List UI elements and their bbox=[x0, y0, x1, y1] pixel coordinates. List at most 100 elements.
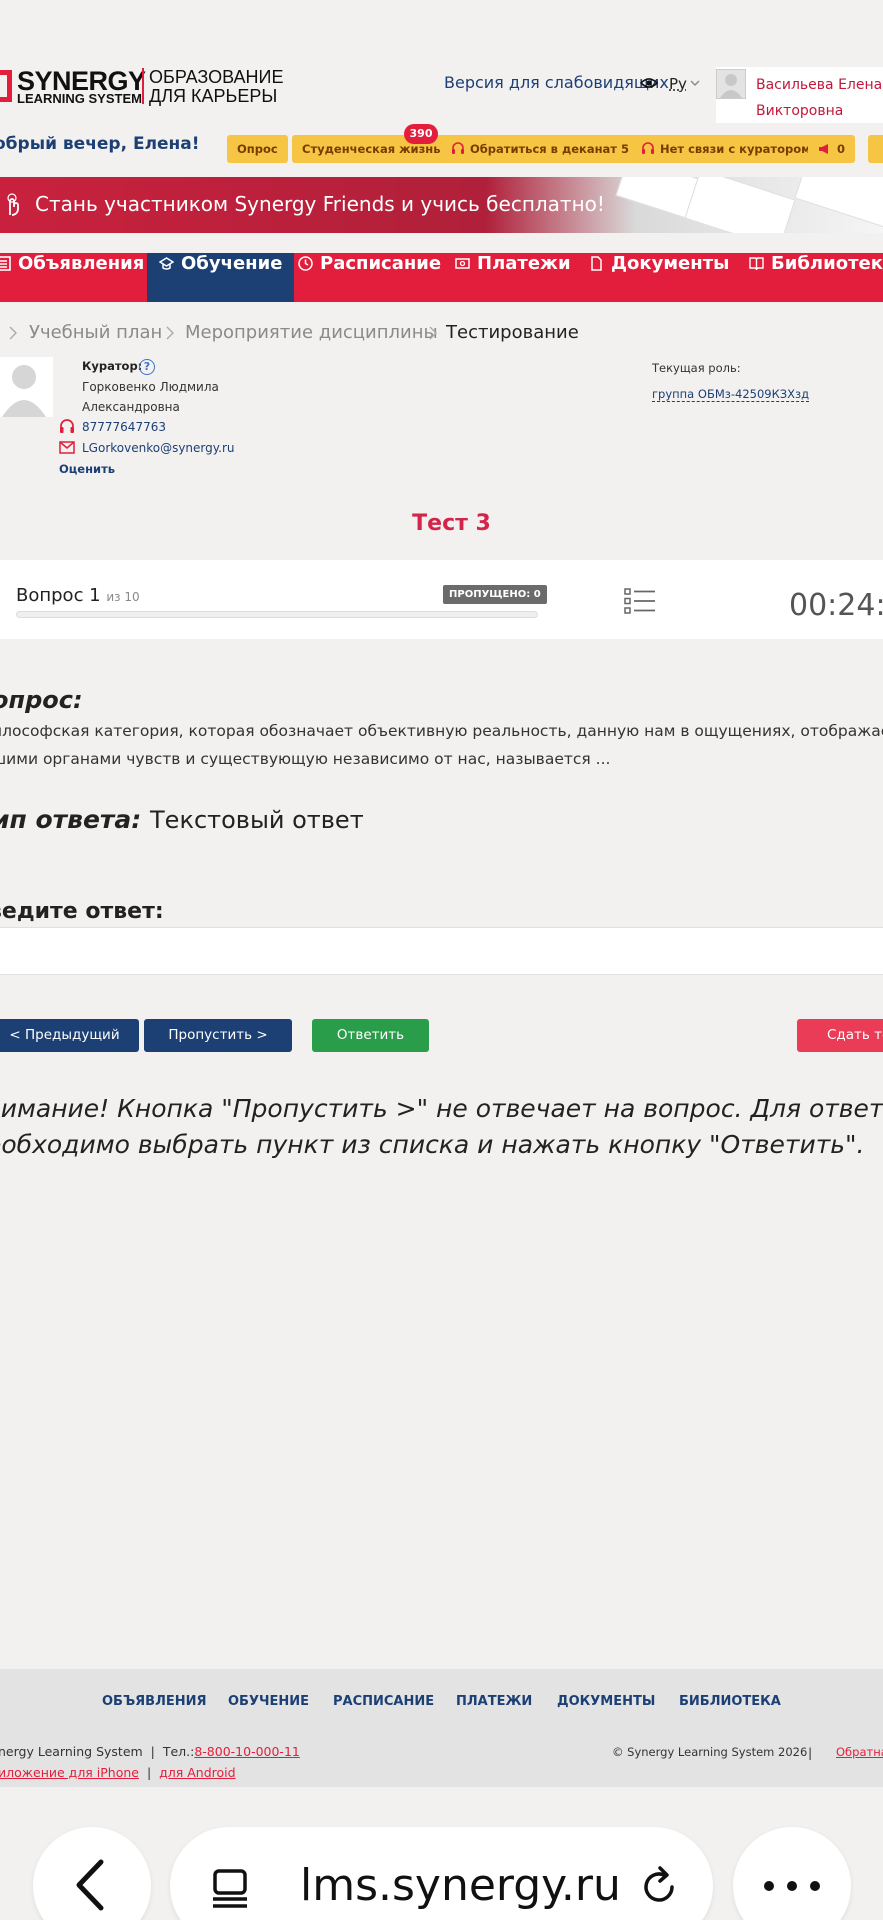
nav-item-ads[interactable]: Объявления bbox=[0, 253, 144, 302]
question-progress-bar bbox=[16, 611, 538, 618]
graduation-cap-icon bbox=[159, 257, 174, 270]
survey-label: Опрос bbox=[237, 142, 278, 156]
test-title: Тест 3 bbox=[412, 511, 491, 536]
browser-back-button[interactable] bbox=[33, 1827, 151, 1920]
contact-dean-label: Обратиться в деканат 5 bbox=[470, 142, 629, 156]
headset-icon bbox=[60, 419, 74, 433]
question-list-icon[interactable] bbox=[624, 587, 656, 615]
extra-pill-button[interactable] bbox=[868, 135, 883, 163]
submit-answer-button[interactable]: Ответить bbox=[312, 1019, 429, 1052]
synergy-logo-icon[interactable] bbox=[0, 70, 12, 102]
question-text-line2: шими органами чувств и существующую неза… bbox=[0, 750, 611, 768]
chevron-down-icon[interactable] bbox=[690, 78, 700, 88]
footer-feedback-link[interactable]: Обратна bbox=[836, 1745, 883, 1759]
help-icon[interactable]: ? bbox=[139, 359, 155, 375]
greeting-text: обрый вечер, Елена! bbox=[0, 134, 200, 154]
curator-email[interactable]: LGorkovenko@synergy.ru bbox=[82, 441, 235, 455]
android-app-link[interactable]: для Android bbox=[159, 1765, 235, 1780]
skip-question-button[interactable]: Пропустить > bbox=[144, 1019, 292, 1052]
reload-icon[interactable] bbox=[636, 1864, 682, 1910]
question-number: Вопрос 1 bbox=[16, 585, 101, 606]
notification-count-badge: 390 bbox=[404, 124, 438, 144]
headset-icon bbox=[642, 142, 654, 154]
current-role-label: Текущая роль: bbox=[652, 361, 741, 375]
site-header: SYNERGY LEARNING SYSTEM ОБРАЗОВАНИЕ ДЛЯ … bbox=[0, 0, 883, 130]
question-label: опрос: bbox=[0, 686, 83, 714]
current-role-selector[interactable]: группа ОБМз-42509КЗХзд bbox=[652, 387, 810, 402]
more-dots-icon bbox=[764, 1881, 820, 1891]
iphone-app-link[interactable]: иложение для iPhone bbox=[0, 1765, 139, 1780]
survey-button[interactable]: Опрос bbox=[227, 135, 288, 163]
nav-item-payments[interactable]: Платежи bbox=[455, 253, 571, 302]
logo-divider bbox=[142, 68, 144, 104]
logo-tagline-line1: ОБРАЗОВАНИЕ bbox=[149, 67, 284, 87]
eye-icon[interactable] bbox=[640, 77, 658, 89]
warning-line2: еобходимо выбрать пункт из списка и нажа… bbox=[0, 1130, 865, 1159]
main-nav: Объявления Обучение Расписание Платежи Д… bbox=[0, 253, 883, 302]
footer-phone-link[interactable]: 8-800-10-000-11 bbox=[194, 1744, 300, 1759]
curator-avatar bbox=[0, 357, 53, 417]
contact-dean-button[interactable]: Обратиться в деканат 5 bbox=[441, 135, 639, 163]
answer-type-value: Текстовый ответ bbox=[150, 806, 364, 834]
url-text[interactable]: lms.synergy.ru bbox=[300, 1860, 621, 1911]
user-name-line1[interactable]: Васильева Елена bbox=[756, 77, 882, 93]
logo-tagline-line2: ДЛЯ КАРЬЕРЫ bbox=[149, 86, 278, 106]
curator-phone[interactable]: 87777647763 bbox=[82, 420, 166, 434]
enter-answer-label: ведите ответ: bbox=[0, 899, 164, 924]
user-name-line2[interactable]: Викторовна bbox=[756, 103, 843, 119]
announcements-count: 0 bbox=[837, 142, 846, 156]
nav-ads-label: Объявления bbox=[18, 253, 145, 274]
footer-nav-library[interactable]: БИБЛИОТЕКА bbox=[679, 1694, 781, 1709]
curator-name-line1: Горковенко Людмила bbox=[82, 380, 219, 394]
announcements-counter-button[interactable]: 0 bbox=[808, 135, 856, 163]
nav-library-label: Библиотека bbox=[771, 253, 883, 274]
clock-icon bbox=[298, 256, 313, 271]
footer-apps: иложение для iPhone | для Android bbox=[0, 1765, 236, 1780]
no-curator-label: Нет связи с куратором bbox=[660, 142, 811, 156]
breadcrumb-event[interactable]: Мероприятие дисциплины bbox=[185, 322, 438, 343]
student-life-label: Студенческая жизнь bbox=[302, 142, 441, 156]
question-total: из 10 bbox=[106, 590, 140, 604]
breadcrumb-plan[interactable]: Учебный план bbox=[29, 322, 162, 343]
breadcrumb-current: Тестирование bbox=[446, 322, 579, 343]
no-curator-contact-button[interactable]: Нет связи с куратором bbox=[631, 135, 821, 163]
user-avatar[interactable] bbox=[716, 69, 746, 99]
answer-input[interactable] bbox=[0, 927, 883, 975]
language-selector[interactable]: Ру bbox=[669, 75, 687, 93]
previous-question-button[interactable]: < Предыдущий bbox=[0, 1019, 139, 1052]
synergy-friends-banner[interactable]: Стань участником Synergy Friends и учись… bbox=[0, 177, 883, 233]
curator-label: Куратор: bbox=[82, 359, 143, 373]
banner-card-decor bbox=[684, 177, 796, 233]
footer-nav-schedule[interactable]: РАСПИСАНИЕ bbox=[333, 1694, 434, 1709]
nav-study-label: Обучение bbox=[181, 253, 283, 274]
nav-item-schedule[interactable]: Расписание bbox=[298, 253, 441, 302]
logo-subtitle[interactable]: LEARNING SYSTEM bbox=[17, 91, 142, 106]
footer-tel-label: Тел.: bbox=[162, 1744, 195, 1759]
rate-curator-link[interactable]: Оценить bbox=[59, 462, 115, 476]
footer-separator: | bbox=[808, 1745, 813, 1760]
document-icon bbox=[591, 256, 602, 271]
nav-item-study[interactable]: Обучение bbox=[147, 253, 295, 302]
logo-tagline: ОБРАЗОВАНИЕ ДЛЯ КАРЬЕРЫ bbox=[149, 68, 283, 106]
reader-mode-icon[interactable] bbox=[209, 1867, 251, 1909]
question-text-line1: илософская категория, которая обозначает… bbox=[0, 722, 883, 740]
browser-more-button[interactable] bbox=[733, 1827, 851, 1920]
footer-nav-ads[interactable]: ОБЪЯВЛЕНИЯ bbox=[102, 1694, 207, 1709]
nav-documents-label: Документы bbox=[611, 253, 730, 274]
nav-item-documents[interactable]: Документы bbox=[589, 253, 729, 302]
curator-name-line2: Александровна bbox=[82, 400, 180, 414]
hand-pointer-icon bbox=[7, 193, 19, 216]
finish-test-button[interactable]: Сдать тес bbox=[797, 1019, 883, 1052]
answer-type-label: ип ответа: bbox=[0, 805, 142, 834]
footer-nav-documents[interactable]: ДОКУМЕНТЫ bbox=[557, 1694, 655, 1709]
nav-schedule-label: Расписание bbox=[320, 253, 442, 274]
chevron-right-icon bbox=[166, 326, 174, 340]
accessibility-version-link[interactable]: Версия для слабовидящих bbox=[444, 73, 669, 92]
footer-nav-payments[interactable]: ПЛАТЕЖИ bbox=[456, 1694, 532, 1709]
banner-text[interactable]: Стань участником Synergy Friends и учись… bbox=[35, 192, 605, 216]
skip-warning: чимание! Кнопка "Пропустить >" не отвеча… bbox=[0, 1091, 883, 1163]
nav-item-library[interactable]: Библиотека bbox=[749, 253, 883, 302]
footer-nav-study[interactable]: ОБУЧЕНИЕ bbox=[228, 1694, 309, 1709]
answer-type: ип ответа: Текстовый ответ bbox=[0, 805, 364, 834]
chevron-left-icon bbox=[76, 1859, 104, 1911]
